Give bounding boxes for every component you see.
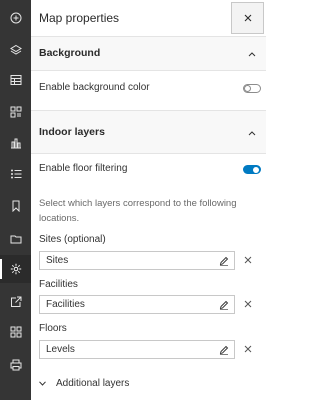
floors-value: Levels (46, 344, 75, 355)
print-icon (10, 359, 21, 371)
table-icon (10, 75, 21, 85)
pencil-icon[interactable] (219, 345, 229, 355)
close-icon (244, 14, 251, 22)
map-properties-panel: Map properties Background Enable backgro… (31, 0, 266, 400)
sites-value: Sites (46, 255, 69, 266)
rail-bookmark-button[interactable] (0, 192, 31, 220)
layers-icon (9, 44, 22, 55)
toggle-knob (253, 167, 259, 173)
bookmark-icon (12, 200, 19, 212)
indoor-header-divider (31, 153, 266, 154)
rail-print-button[interactable] (0, 351, 31, 379)
facilities-label: Facilities (39, 279, 78, 290)
close-button[interactable] (231, 2, 264, 34)
facilities-value: Facilities (46, 299, 85, 310)
pencil-icon[interactable] (219, 256, 229, 266)
folder-icon (10, 235, 21, 244)
pencil-icon[interactable] (219, 300, 229, 310)
rail-legend-button[interactable] (0, 160, 31, 188)
rail-widgets-button[interactable] (0, 98, 31, 126)
additional-layers-label: Additional layers (56, 377, 130, 389)
rail-chart-button[interactable] (0, 129, 31, 157)
clear-facilities-icon[interactable] (244, 300, 252, 308)
background-color-toggle[interactable] (243, 84, 261, 93)
clear-floors-icon[interactable] (244, 345, 252, 353)
chevron-down-icon (39, 380, 46, 386)
floor-filtering-toggle[interactable] (243, 165, 261, 174)
rail-table-button[interactable] (0, 66, 31, 94)
sites-field[interactable]: Sites (39, 251, 235, 270)
indoor-help-text: Select which layers correspond to the fo… (39, 198, 237, 224)
widgets-icon (10, 106, 21, 118)
floors-field[interactable]: Levels (39, 340, 235, 359)
share-icon (10, 296, 21, 307)
rail-share-button[interactable] (0, 288, 31, 316)
background-section-title: Background (39, 47, 101, 59)
chevron-up-icon (248, 131, 256, 136)
indoor-section-header[interactable]: Indoor layers (31, 111, 266, 153)
left-rail (0, 0, 31, 400)
facilities-field[interactable]: Facilities (39, 295, 235, 314)
background-section-header[interactable]: Background (31, 37, 266, 70)
rail-settings-button[interactable] (0, 255, 31, 283)
rail-add-button[interactable] (0, 4, 31, 32)
add-icon (10, 12, 21, 24)
enable-background-label: Enable background color (39, 82, 150, 93)
rail-folder-button[interactable] (0, 225, 31, 253)
rail-layers-button[interactable] (0, 36, 31, 64)
sites-label: Sites (optional) (39, 234, 106, 245)
toggle-knob (244, 85, 251, 92)
additional-layers-toggle[interactable]: Additional layers (39, 377, 129, 389)
floors-label: Floors (39, 323, 67, 334)
apps-icon (10, 326, 21, 338)
chevron-up-icon (248, 52, 256, 57)
legend-icon (10, 169, 21, 179)
background-header-divider (31, 70, 266, 71)
indoor-section-title: Indoor layers (39, 126, 105, 138)
enable-floor-filtering-label: Enable floor filtering (39, 163, 128, 174)
panel-title: Map properties (39, 11, 120, 25)
clear-sites-icon[interactable] (244, 256, 252, 264)
rail-apps-button[interactable] (0, 318, 31, 346)
gear-icon (10, 263, 21, 275)
chart-icon (10, 138, 21, 149)
